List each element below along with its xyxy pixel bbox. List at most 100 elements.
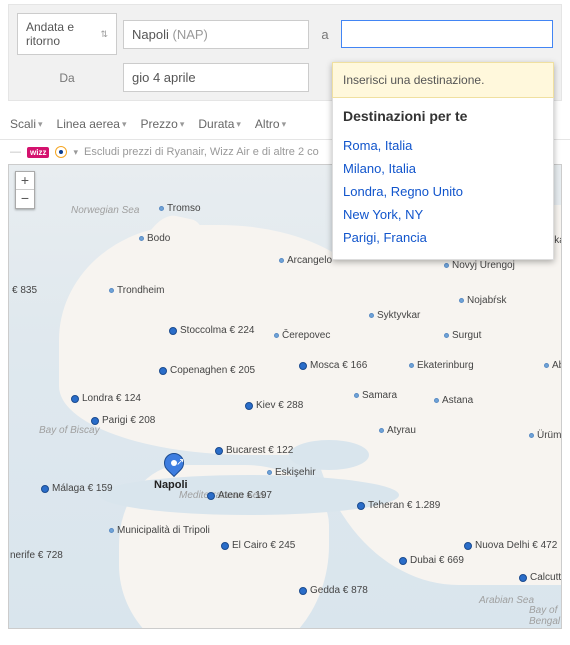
trip-type-label: Andata e ritorno [26,20,100,48]
origin-code: (NAP) [172,27,207,42]
city-label: Tromso [167,203,201,214]
city-label: Londra € 124 [82,393,141,404]
map-city[interactable]: Tromso [159,203,201,214]
map-city[interactable]: Eskişehir [267,467,316,478]
city-dot-icon [139,236,144,241]
map-city-priced[interactable]: Londra € 124 [71,393,141,404]
map-city-priced[interactable]: Mosca € 166 [299,360,367,371]
filter-stops[interactable]: Scali▾ [10,117,43,131]
map-city-priced[interactable]: Teheran € 1.289 [357,500,440,511]
suggestion-item[interactable]: Milano, Italia [343,157,543,180]
chevron-down-icon: ⇅ [100,29,108,40]
city-dot-icon [159,367,167,375]
city-label: Nojabŕsk [467,295,506,306]
map-city[interactable]: Čerepovec [274,330,330,341]
suggestion-item[interactable]: Parigi, Francia [343,226,543,249]
suggestion-item[interactable]: New York, NY [343,203,543,226]
map-city[interactable]: Astana [434,395,473,406]
map-city-priced[interactable]: Dubai € 669 [399,555,464,566]
map-city[interactable]: Ürümqi [529,430,562,441]
filter-airline[interactable]: Linea aerea▾ [57,117,127,131]
map-city-priced[interactable]: El Cairo € 245 [221,540,295,551]
city-dot-icon [369,313,374,318]
map-city-priced[interactable]: Stoccolma € 224 [169,325,255,336]
city-label: Málaga € 159 [52,483,113,494]
city-label: Eskişehir [275,467,316,478]
dash-icon: — [10,146,21,158]
city-dot-icon [41,485,49,493]
filter-duration[interactable]: Durata▾ [198,117,241,131]
map-city-priced[interactable]: Calcutta € 755 [519,572,562,583]
city-dot-icon [267,470,272,475]
map-city-priced[interactable]: Málaga € 159 [41,483,113,494]
arrow-icon: ↗ [176,457,184,468]
city-dot-icon [109,288,114,293]
map-city-priced[interactable]: Bucarest € 122 [215,445,293,456]
map-city[interactable]: Atyrau [379,425,416,436]
city-dot-icon [299,362,307,370]
zoom-out-button[interactable]: − [16,190,34,208]
origin-input[interactable]: Napoli (NAP) [123,20,309,49]
zoom-in-button[interactable]: + [16,172,34,190]
city-label: Mosca € 166 [310,360,367,371]
chevron-down-icon: ▾ [73,147,78,158]
filter-price[interactable]: Prezzo▾ [140,117,184,131]
destination-label: a [309,27,341,42]
map-city-priced[interactable]: Parigi € 208 [91,415,155,426]
map-sea-label: Norwegian Sea [71,205,139,216]
map-city-priced[interactable]: Gedda € 878 [299,585,368,596]
city-label: Syktyvkar [377,310,420,321]
city-label: El Cairo € 245 [232,540,295,551]
lufthansa-badge-icon [55,146,67,158]
map-city-priced[interactable]: Nuova Delhi € 472 [464,540,557,551]
map-city[interactable]: Samara [354,390,397,401]
origin-marker-label: Napoli [154,479,188,491]
city-dot-icon [379,428,384,433]
city-label: Atyrau [387,425,416,436]
city-label: Trondheim [117,285,164,296]
wizz-badge-icon: wizz [27,147,49,158]
map-city-priced[interactable]: € 835 [8,285,37,296]
map-city[interactable]: Surgut [444,330,481,341]
city-label: Kiev € 288 [256,400,303,411]
city-dot-icon [169,327,177,335]
city-dot-icon [529,433,534,438]
suggestion-item[interactable]: Londra, Regno Unito [343,180,543,203]
city-dot-icon [459,298,464,303]
suggestion-warning: Inserisci una destinazione. [332,62,554,98]
city-label: Atene € 197 [218,490,272,501]
city-label: Calcutta € 755 [530,572,562,583]
suggestion-item[interactable]: Roma, Italia [343,134,543,157]
city-dot-icon [434,398,439,403]
map-city-priced[interactable]: Copenaghen € 205 [159,365,255,376]
map-city[interactable]: Ekaterinburg [409,360,474,371]
city-label: Stoccolma € 224 [180,325,255,336]
filter-more[interactable]: Altro▾ [255,117,286,131]
city-label: Nuova Delhi € 472 [475,540,557,551]
map-city-priced[interactable]: nerife € 728 [8,550,63,561]
map-city[interactable]: Municipalità di Tripoli [109,525,210,536]
chevron-down-icon: ▾ [236,119,241,130]
city-dot-icon [221,542,229,550]
city-label: Novyj Urengoj [452,260,515,271]
map-city-priced[interactable]: Atene € 197 [207,490,272,501]
destination-input[interactable] [341,20,553,48]
map-city[interactable]: Trondheim [109,285,164,296]
trip-type-select[interactable]: Andata e ritorno ⇅ [17,13,117,55]
map-city[interactable]: Arcangelo [279,255,332,266]
map-city[interactable]: Nojabŕsk [459,295,506,306]
date-from-input[interactable]: gio 4 aprile [123,63,309,92]
origin-map-marker[interactable]: ↗ Napoli [164,453,188,491]
city-dot-icon [207,492,215,500]
map-city[interactable]: Bodo [139,233,170,244]
map-city-priced[interactable]: Kiev € 288 [245,400,303,411]
city-label: Bucarest € 122 [226,445,293,456]
map-sea-label: Bay of Bengal [529,605,561,627]
exclude-text: Escludi prezzi di Ryanair, Wizz Air e di… [84,146,319,158]
city-label: Ürümqi [537,430,562,441]
map-city[interactable]: Abakan [544,360,562,371]
map-sea-label: Bay of Biscay [39,425,100,436]
map-city[interactable]: Syktyvkar [369,310,420,321]
city-dot-icon [8,287,9,295]
map-city[interactable]: Novyj Urengoj [444,260,515,271]
